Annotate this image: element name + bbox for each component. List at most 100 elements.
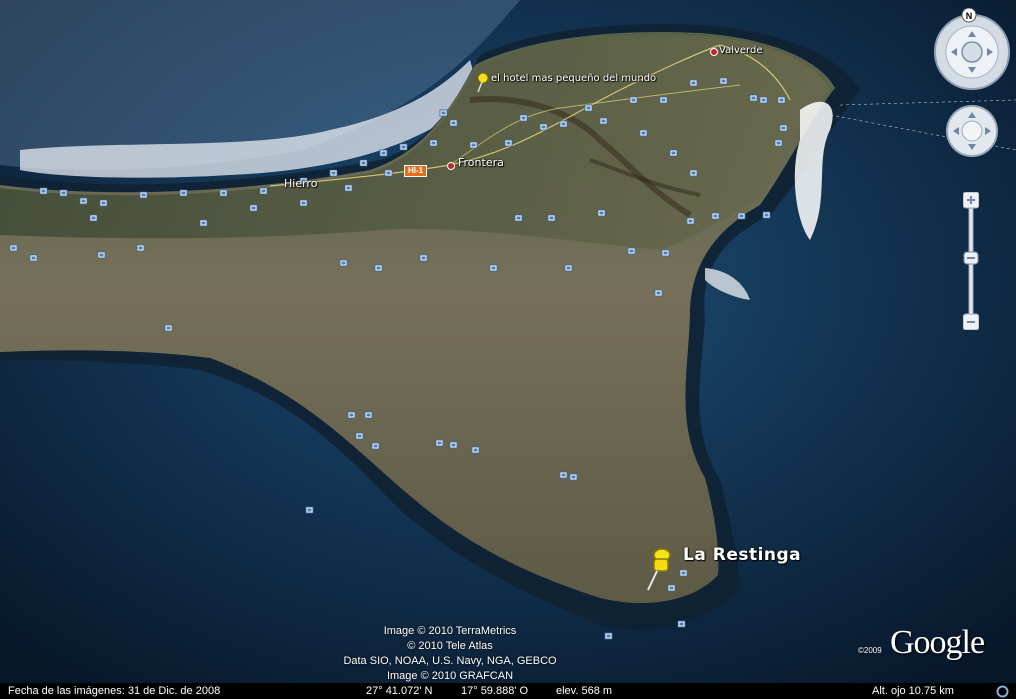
photo-icon-inner (516, 216, 521, 220)
photo-icon-inner (571, 475, 576, 479)
compass-north-label: N (966, 11, 973, 21)
elevation-readout: elev. 568 m (556, 685, 613, 697)
credit-line: Data SIO, NOAA, U.S. Navy, NGA, GEBCO (343, 655, 557, 667)
photo-icon-inner (431, 141, 436, 145)
photo-icon-inner (99, 253, 104, 257)
photo-icon-inner (11, 246, 16, 250)
photo-icon-inner (586, 106, 591, 110)
photo-icon-inner (421, 256, 426, 260)
photo-icon-inner (221, 191, 226, 195)
photo-icon-inner (679, 622, 684, 626)
photo-icon-inner (251, 206, 256, 210)
photo-icon-inner (781, 126, 786, 130)
photo-icon-inner (671, 151, 676, 155)
photo-icon-inner (629, 249, 634, 253)
terrain-view[interactable] (0, 0, 1016, 699)
photo-icon-inner (663, 251, 668, 255)
photo-icon-inner (688, 219, 693, 223)
photo-icon-inner (376, 266, 381, 270)
placemark-pushpin-icon[interactable] (474, 72, 490, 94)
photo-icon-inner (138, 246, 143, 250)
photo-icon-inner (641, 131, 646, 135)
photo-icon-inner (366, 413, 371, 417)
move-joystick-icon[interactable] (945, 104, 999, 158)
photo-icon-inner (341, 261, 346, 265)
photo-icon-inner (601, 119, 606, 123)
photo-icon-inner (751, 96, 756, 100)
photo-icon-inner (261, 189, 266, 193)
photo-icon-inner (561, 122, 566, 126)
imagery-date: Fecha de las imágenes: 31 de Dic. de 200… (8, 685, 221, 697)
photo-icon-inner (661, 98, 666, 102)
status-bar: Fecha de las imágenes: 31 de Dic. de 200… (0, 683, 1016, 699)
photo-icon-inner (761, 98, 766, 102)
photo-icon-inner (764, 213, 769, 217)
streaming-icon (996, 685, 1009, 698)
credit-line: © 2010 Tele Atlas (407, 640, 493, 652)
photo-icon-inner (349, 413, 354, 417)
photo-icon-inner (357, 434, 362, 438)
photo-icon-inner (541, 125, 546, 129)
photo-icon-inner (61, 191, 66, 195)
map-viewport[interactable]: el hotel mas pequeño del mundo Valverde … (0, 0, 1016, 699)
placemark-pushpin-icon[interactable] (640, 545, 676, 593)
photo-icon-inner (101, 201, 106, 205)
road-shield-label: HI-1 (404, 165, 428, 177)
photo-icon-inner (301, 201, 306, 205)
credit-line: Image © 2010 GRAFCAN (386, 670, 514, 682)
photo-icon-inner (691, 171, 696, 175)
compass-icon[interactable]: N (933, 8, 1011, 90)
photo-icon-inner (201, 221, 206, 225)
photo-icon-inner (437, 441, 442, 445)
photo-icon-inner (491, 266, 496, 270)
photo-icon-inner (331, 171, 336, 175)
photo-icon-inner (776, 141, 781, 145)
photo-icon-inner (451, 121, 456, 125)
photo-icon-inner (721, 79, 726, 83)
longitude-readout: 17° 59.888' O (461, 685, 529, 697)
photo-icon-inner (779, 98, 784, 102)
logo-copyright: ©2009 (858, 646, 882, 655)
google-logo: Google (890, 624, 985, 661)
photo-icon-inner (691, 81, 696, 85)
photo-icon-inner (81, 199, 86, 203)
photo-icon-inner (166, 326, 171, 330)
place-label-valverde[interactable]: Valverde (719, 45, 762, 56)
photo-icon-inner (451, 443, 456, 447)
photo-icon-inner (471, 143, 476, 147)
photo-icon-inner (361, 161, 366, 165)
photo-icon-inner (381, 151, 386, 155)
photo-icon-inner (506, 141, 511, 145)
photo-icon-inner (307, 508, 312, 512)
latitude-readout: 27° 41.072' N (366, 685, 433, 697)
photo-icon-inner (656, 291, 661, 295)
photo-icon-inner (631, 98, 636, 102)
eye-altitude-readout: Alt. ojo 10.75 km (872, 685, 954, 697)
place-label-hierro[interactable]: Hierro (284, 177, 317, 190)
photo-icon-inner (141, 193, 146, 197)
photo-icon-inner (521, 116, 526, 120)
place-label-hotel[interactable]: el hotel mas pequeño del mundo (491, 73, 656, 84)
town-marker-icon[interactable] (447, 162, 455, 170)
photo-icon-inner (386, 171, 391, 175)
place-label-frontera[interactable]: Frontera (458, 156, 504, 169)
photo-icon-inner (181, 191, 186, 195)
photo-icon-inner (739, 214, 744, 218)
photo-icon-inner (599, 211, 604, 215)
credit-line: Image © 2010 TerraMetrics (383, 625, 517, 637)
photo-icon-inner (606, 634, 611, 638)
photo-icon-inner (566, 266, 571, 270)
place-label-la-restinga[interactable]: La Restinga (683, 545, 801, 565)
photo-icon-inner (91, 216, 96, 220)
photo-icon-inner (401, 145, 406, 149)
zoom-slider[interactable] (962, 191, 980, 331)
town-marker-icon[interactable] (710, 48, 718, 56)
photo-icon-inner (561, 473, 566, 477)
photo-icon-inner (713, 214, 718, 218)
imagery-credits: Image © 2010 TerraMetrics © 2010 Tele At… (340, 624, 560, 684)
photo-icon-inner (373, 444, 378, 448)
photo-icon-inner (31, 256, 36, 260)
photo-icon-inner (473, 448, 478, 452)
photo-icon-inner (441, 111, 446, 115)
photo-icon-inner (346, 186, 351, 190)
